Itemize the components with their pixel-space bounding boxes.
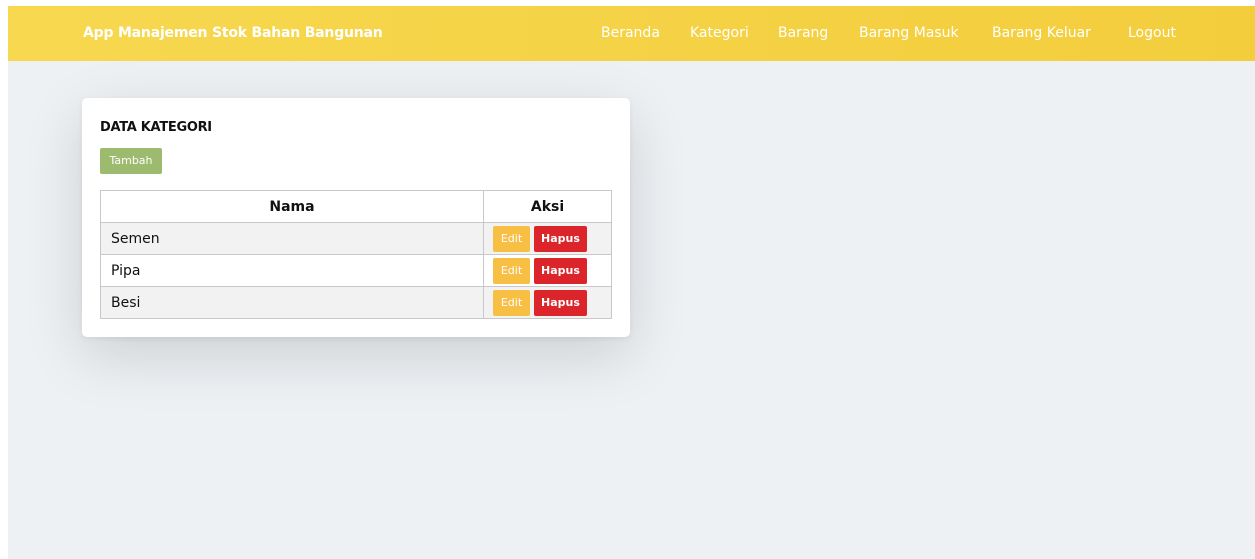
delete-button[interactable]: Hapus bbox=[534, 257, 587, 284]
row-nama: Pipa bbox=[100, 254, 484, 287]
row-nama: Besi bbox=[100, 286, 484, 319]
card-title: DATA KATEGORI bbox=[100, 120, 212, 135]
kategori-table: Nama Aksi Semen Edit Hapus Pipa Edit Hapus bbox=[100, 190, 612, 319]
app-brand[interactable]: App Manajemen Stok Bahan Bangunan bbox=[83, 6, 383, 61]
nav-link-logout[interactable]: Logout bbox=[1128, 6, 1176, 61]
row-actions: Edit Hapus bbox=[483, 286, 612, 319]
table-row: Pipa Edit Hapus bbox=[100, 254, 612, 287]
table-row: Semen Edit Hapus bbox=[100, 222, 612, 255]
nav-link-barang-masuk[interactable]: Barang Masuk bbox=[859, 6, 959, 61]
nav-link-beranda[interactable]: Beranda bbox=[601, 6, 660, 61]
delete-button[interactable]: Hapus bbox=[534, 289, 587, 316]
delete-button[interactable]: Hapus bbox=[534, 225, 587, 252]
navbar: App Manajemen Stok Bahan Bangunan Berand… bbox=[8, 6, 1255, 61]
nav-link-barang[interactable]: Barang bbox=[778, 6, 828, 61]
page-frame: App Manajemen Stok Bahan Bangunan Berand… bbox=[8, 6, 1255, 559]
kategori-card: DATA KATEGORI Tambah Nama Aksi Semen Edi… bbox=[82, 98, 630, 337]
edit-button[interactable]: Edit bbox=[493, 225, 530, 252]
add-button[interactable]: Tambah bbox=[100, 148, 162, 174]
table-header-row: Nama Aksi bbox=[100, 190, 612, 223]
column-header-nama: Nama bbox=[100, 190, 484, 223]
edit-button[interactable]: Edit bbox=[493, 257, 530, 284]
nav-link-kategori[interactable]: Kategori bbox=[690, 6, 749, 61]
column-header-aksi: Aksi bbox=[483, 190, 612, 223]
row-actions: Edit Hapus bbox=[483, 222, 612, 255]
row-nama: Semen bbox=[100, 222, 484, 255]
edit-button[interactable]: Edit bbox=[493, 289, 530, 316]
nav-link-barang-keluar[interactable]: Barang Keluar bbox=[992, 6, 1091, 61]
row-actions: Edit Hapus bbox=[483, 254, 612, 287]
table-row: Besi Edit Hapus bbox=[100, 286, 612, 319]
